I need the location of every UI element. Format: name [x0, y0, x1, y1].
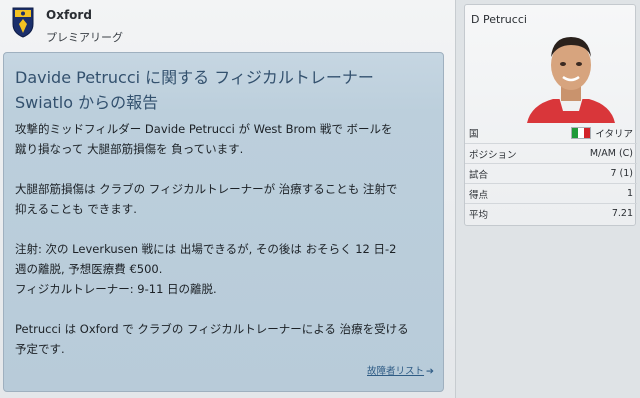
news-line: Petrucci は Oxford で クラブの フィジカルトレーナーによる 治…	[15, 322, 409, 336]
stat-label: 国	[469, 129, 479, 140]
stat-row-position: ポジション M/AM (C)	[465, 143, 637, 163]
league-name[interactable]: プレミアリーグ	[46, 29, 123, 45]
club-crest-icon[interactable]	[12, 6, 34, 38]
news-line: 蹴り損なって 大腿部筋損傷を 負っています.	[15, 142, 244, 156]
stat-row-apps: 試合 7 (1)	[465, 163, 637, 183]
arrow-right-icon: ➔	[426, 366, 434, 377]
stat-label: ポジション	[469, 149, 517, 161]
news-line: 週の離脱, 予想医療費 €500.	[15, 262, 163, 276]
news-title: Davide Petrucci に関する フィジカルトレーナー Swiatlo …	[15, 65, 435, 115]
news-title-line: Davide Petrucci に関する フィジカルトレーナー	[15, 68, 374, 87]
stat-label: 試合	[469, 169, 489, 181]
news-line: 攻撃的ミッドフィルダー Davide Petrucci が West Brom …	[15, 122, 393, 136]
injury-list-label: 故障者リスト	[367, 366, 425, 377]
injury-list-link[interactable]: 故障者リスト ➔	[367, 363, 434, 377]
italy-flag-icon	[571, 127, 592, 139]
news-card: Davide Petrucci に関する フィジカルトレーナー Swiatlo …	[3, 52, 444, 392]
news-paragraph: Petrucci は Oxford で クラブの フィジカルトレーナーによる 治…	[15, 319, 435, 359]
player-card: D Petrucci 国 イタリア ポジション M/AM (C) 試合 7 (1…	[464, 4, 637, 226]
player-name[interactable]: D Petrucci	[471, 13, 527, 26]
news-line: フィジカルトレーナー: 9-11 日の離脱.	[15, 282, 217, 296]
stat-label: 平均	[469, 209, 489, 221]
stat-value: 7 (1)	[610, 168, 633, 179]
news-panel: Oxford プレミアリーグ Davide Petrucci に関する フィジカ…	[0, 0, 456, 398]
stat-value: 7.21	[611, 208, 633, 219]
stat-value: イタリア	[595, 129, 633, 140]
news-line: 予定です.	[15, 342, 65, 356]
news-line: 大腿部筋損傷は クラブの フィジカルトレーナーが 治療することも 注射で	[15, 182, 398, 196]
stat-value: M/AM (C)	[589, 148, 633, 159]
club-header: Oxford プレミアリーグ	[0, 0, 456, 46]
player-stats: 国 イタリア ポジション M/AM (C) 試合 7 (1) 得点 1 平均 7…	[465, 123, 637, 223]
news-title-line: Swiatlo からの報告	[15, 93, 159, 112]
stat-row-goals: 得点 1	[465, 183, 637, 203]
news-line: 注射: 次の Leverkusen 戦には 出場できるが, その後は おそらく …	[15, 242, 397, 256]
news-line: 抑えることも できます.	[15, 202, 137, 216]
club-name[interactable]: Oxford	[46, 8, 92, 22]
stat-row-nation: 国 イタリア	[465, 123, 637, 143]
stat-row-average: 平均 7.21	[465, 203, 637, 223]
news-paragraph: 大腿部筋損傷は クラブの フィジカルトレーナーが 治療することも 注射で 抑える…	[15, 179, 435, 219]
news-paragraph: 攻撃的ミッドフィルダー Davide Petrucci が West Brom …	[15, 119, 435, 159]
stat-value: 1	[626, 188, 633, 199]
news-paragraph: 注射: 次の Leverkusen 戦には 出場できるが, その後は おそらく …	[15, 239, 435, 299]
nation-value[interactable]: イタリア	[571, 126, 633, 140]
player-photo	[527, 37, 615, 123]
stat-label: 得点	[469, 189, 489, 201]
news-body: 攻撃的ミッドフィルダー Davide Petrucci が West Brom …	[15, 119, 435, 379]
